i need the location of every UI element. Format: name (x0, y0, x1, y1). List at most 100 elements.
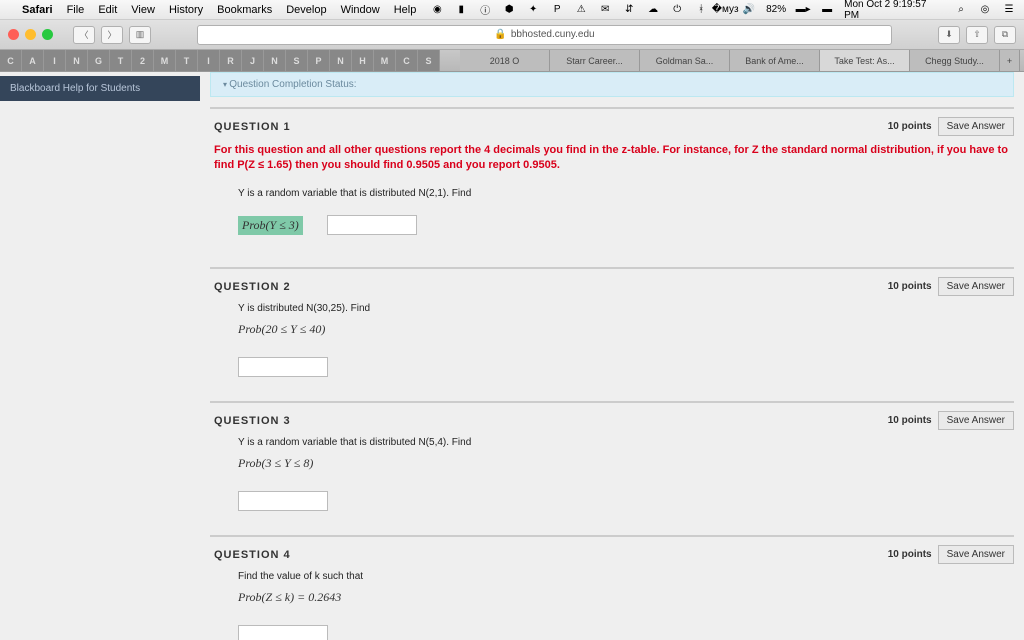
tab-M[interactable]: M (154, 50, 176, 71)
menu-history[interactable]: History (169, 4, 203, 16)
info-icon: ⓘ (478, 3, 492, 17)
points-label: 10 points (888, 121, 932, 132)
evernote-icon: ✦ (526, 3, 540, 17)
tab-C[interactable]: C (0, 50, 22, 71)
question-body: Y is a random variable that is distribut… (238, 188, 1010, 199)
save-answer-button[interactable]: Save Answer (938, 545, 1014, 564)
eye-icon: ◉ (430, 3, 444, 17)
formula: Prob(20 ≤ Y ≤ 40) (238, 322, 1010, 337)
answer-input[interactable] (238, 491, 328, 511)
tab-wide-3[interactable]: Bank of Ame... (730, 50, 820, 71)
menu-edit[interactable]: Edit (98, 4, 117, 16)
tab-wide-2[interactable]: Goldman Sa... (640, 50, 730, 71)
tab-bar: CAINGT2MTIRJNSPNHMCS2018 OStarr Career..… (0, 50, 1024, 72)
cloud-icon: ⬢ (502, 3, 516, 17)
menu-icon[interactable]: ☰ (1002, 3, 1016, 17)
tab-C[interactable]: C (396, 50, 418, 71)
formula: Prob(Z ≤ k) = 0.2643 (238, 590, 1010, 605)
url-text: bbhosted.cuny.edu (511, 29, 595, 40)
formula: Prob(Y ≤ 3) (238, 216, 303, 235)
question-body: Y is a random variable that is distribut… (238, 437, 1010, 448)
sidebar: Blackboard Help for Students (0, 72, 200, 640)
menu-help[interactable]: Help (394, 4, 417, 16)
tab-N[interactable]: N (264, 50, 286, 71)
wifi-icon: �муз (718, 3, 732, 17)
tab-R[interactable]: R (220, 50, 242, 71)
tab-J[interactable]: J (242, 50, 264, 71)
download-button[interactable]: ⬇ (938, 26, 960, 44)
tab-H[interactable]: H (352, 50, 374, 71)
menu-bookmarks[interactable]: Bookmarks (217, 4, 272, 16)
minimize-window-button[interactable] (25, 29, 36, 40)
main-content: Question Completion Status: QUESTION 1 1… (200, 72, 1024, 640)
menu-develop[interactable]: Develop (286, 4, 326, 16)
clock: Mon Oct 2 9:19:57 PM (844, 0, 944, 21)
browser-toolbar: 〈 〉 ▥ 🔒 bbhosted.cuny.edu ⬇ ⇧ ⧉ (0, 20, 1024, 50)
power-icon: ⏻ (670, 3, 684, 17)
tab-P[interactable]: P (308, 50, 330, 71)
tabs-button[interactable]: ⧉ (994, 26, 1016, 44)
answer-input[interactable] (238, 625, 328, 640)
points-label: 10 points (888, 549, 932, 560)
share-button[interactable]: ⇧ (966, 26, 988, 44)
save-answer-button[interactable]: Save Answer (938, 117, 1014, 136)
question-body: Y is distributed N(30,25). Find (238, 303, 1010, 314)
tab-G[interactable]: G (88, 50, 110, 71)
battery-text: 82% (766, 4, 786, 15)
forward-button[interactable]: 〉 (101, 26, 123, 44)
back-button[interactable]: 〈 (73, 26, 95, 44)
menu-file[interactable]: File (67, 4, 85, 16)
completion-status[interactable]: Question Completion Status: (210, 72, 1014, 97)
tab-N[interactable]: N (66, 50, 88, 71)
tab-M[interactable]: M (374, 50, 396, 71)
menu-view[interactable]: View (131, 4, 155, 16)
flag-icon: ▮ (454, 3, 468, 17)
save-answer-button[interactable]: Save Answer (938, 277, 1014, 296)
tab-S[interactable]: S (286, 50, 308, 71)
question-2: QUESTION 2 10 points Save AnswerY is dis… (210, 267, 1014, 401)
macos-menubar: Safari File Edit View History Bookmarks … (0, 0, 1024, 20)
menu-window[interactable]: Window (341, 4, 380, 16)
p-icon: P (550, 3, 564, 17)
chat-icon: ✉ (598, 3, 612, 17)
lock-icon: 🔒 (494, 29, 506, 40)
sidebar-button[interactable]: ▥ (129, 26, 151, 44)
dropbox-icon: ⇵ (622, 3, 636, 17)
siri-icon[interactable]: ◎ (978, 3, 992, 17)
tab-I[interactable]: I (44, 50, 66, 71)
tab-S[interactable]: S (418, 50, 440, 71)
url-bar[interactable]: 🔒 bbhosted.cuny.edu (197, 25, 892, 45)
tab-T[interactable]: T (110, 50, 132, 71)
cloud2-icon: ☁ (646, 3, 660, 17)
maximize-window-button[interactable] (42, 29, 53, 40)
bluetooth-icon: ᚼ (694, 3, 708, 17)
answer-input[interactable] (238, 357, 328, 377)
help-link[interactable]: Blackboard Help for Students (0, 76, 200, 101)
question-body: Find the value of k such that (238, 571, 1010, 582)
formula: Prob(3 ≤ Y ≤ 8) (238, 456, 1010, 471)
question-1: QUESTION 1 10 points Save AnswerFor this… (210, 107, 1014, 267)
flag-us-icon: ▬ (820, 3, 834, 17)
tab-N[interactable]: N (330, 50, 352, 71)
warn-icon: ⚠ (574, 3, 588, 17)
tab-A[interactable]: A (22, 50, 44, 71)
instruction-text: For this question and all other question… (214, 143, 1010, 174)
tab-T[interactable]: T (176, 50, 198, 71)
close-window-button[interactable] (8, 29, 19, 40)
save-answer-button[interactable]: Save Answer (938, 411, 1014, 430)
answer-input[interactable] (327, 215, 417, 235)
tab-wide-5[interactable]: Chegg Study... (910, 50, 1000, 71)
tab-wide-4[interactable]: Take Test: As... (820, 50, 910, 71)
new-tab-button[interactable]: + (1000, 50, 1020, 71)
question-3: QUESTION 3 10 points Save AnswerY is a r… (210, 401, 1014, 535)
tab-2[interactable]: 2 (132, 50, 154, 71)
question-4: QUESTION 4 10 points Save AnswerFind the… (210, 535, 1014, 640)
tab-I[interactable]: I (198, 50, 220, 71)
tab-wide-0[interactable]: 2018 O (460, 50, 550, 71)
app-name[interactable]: Safari (22, 4, 53, 16)
search-icon[interactable]: ⌕ (954, 3, 968, 17)
volume-icon: 🔊 (742, 3, 756, 17)
points-label: 10 points (888, 281, 932, 292)
tab-wide-1[interactable]: Starr Career... (550, 50, 640, 71)
battery-icon: ▬▸ (796, 3, 810, 17)
